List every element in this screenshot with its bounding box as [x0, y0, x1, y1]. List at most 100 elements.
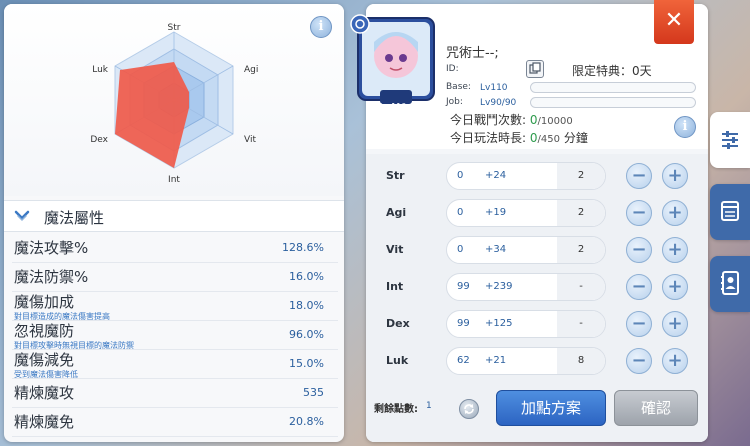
attr-bonus: +21: [485, 355, 507, 366]
decrease-agi-button[interactable]: −: [626, 200, 652, 226]
plus-icon: +: [667, 202, 683, 223]
attr-points: 2: [557, 163, 605, 189]
character-avatar[interactable]: Lv.110: [350, 12, 438, 112]
radar-label-vit: Vit: [244, 135, 256, 145]
magic-stat-list: 魔法攻擊% 128.6% 魔法防禦% 16.0% 魔傷加成 對目標造成的魔法傷害…: [12, 234, 338, 437]
stat-name: 精煉魔攻: [14, 384, 75, 402]
playtime-label: 今日玩法時長:: [450, 131, 527, 145]
attr-base: 62: [457, 355, 470, 366]
alloc-row-vit: Vit 0 +34 2 − +: [366, 232, 708, 268]
attr-points: -: [557, 274, 605, 300]
attr-base: 99: [457, 318, 470, 329]
stat-plan-button[interactable]: 加點方案: [496, 390, 606, 426]
attr-base: 0: [457, 244, 464, 255]
minus-icon: −: [631, 239, 647, 260]
avatar-level: Lv.110: [380, 102, 407, 111]
stat-value: 535: [303, 386, 324, 399]
attr-name: Vit: [386, 243, 404, 256]
radar-label-str: Str: [168, 23, 181, 33]
increase-agi-button[interactable]: +: [662, 200, 688, 226]
base-level: Lv110: [480, 83, 508, 93]
alloc-row-luk: Luk 62 +21 8 − +: [366, 343, 708, 379]
job-exp-bar: [530, 97, 696, 108]
radar-label-dex: Dex: [90, 135, 108, 145]
stat-row-refine-magic-attack: 精煉魔攻 535: [12, 379, 338, 408]
plus-icon: +: [667, 276, 683, 297]
avatar-badge-icon: [350, 14, 370, 34]
attr-points: 2: [557, 200, 605, 226]
radar-label-int: Int: [168, 175, 180, 185]
today-battles: 今日戰鬥次數: 0/10000: [450, 111, 573, 128]
stat-value: 15.0%: [289, 357, 324, 370]
stat-row-ignore-magic-defense: 忽視魔防 對目標攻擊時無視目標的魔法防禦 96.0%: [12, 321, 338, 350]
job-label: Job:: [446, 97, 463, 107]
radar-info-button[interactable]: i: [310, 16, 332, 38]
increase-luk-button[interactable]: +: [662, 348, 688, 374]
stat-value: 16.0%: [289, 270, 324, 283]
magic-attribute-header[interactable]: 魔法屬性: [4, 200, 344, 232]
radar-label-agi: Agi: [244, 65, 258, 75]
info-icon: i: [318, 19, 324, 34]
refresh-icon: [464, 404, 474, 414]
plus-icon: +: [667, 165, 683, 186]
alloc-row-dex: Dex 99 +125 - − +: [366, 306, 708, 342]
stat-row-magic-damage-reduction: 魔傷減免 受到魔法傷害降低 15.0%: [12, 350, 338, 379]
stat-name: 魔傷減免: [14, 351, 75, 369]
decrease-str-button[interactable]: −: [626, 163, 652, 189]
character-name: 咒術士--;: [446, 46, 499, 61]
decrease-vit-button[interactable]: −: [626, 237, 652, 263]
today-playtime: 今日玩法時長: 0/450 分鐘: [450, 129, 588, 146]
alloc-row-agi: Agi 0 +19 2 − +: [366, 195, 708, 231]
confirm-button[interactable]: 確認: [614, 390, 698, 426]
attr-base: 99: [457, 281, 470, 292]
tab-profile-card[interactable]: [710, 256, 750, 312]
increase-int-button[interactable]: +: [662, 274, 688, 300]
reset-points-button[interactable]: [459, 399, 479, 419]
increase-vit-button[interactable]: +: [662, 237, 688, 263]
close-button[interactable]: ✕: [654, 0, 694, 44]
stat-name: 魔傷加成: [14, 293, 75, 311]
stat-value: 128.6%: [282, 241, 324, 254]
attr-bonus: +34: [485, 244, 507, 255]
attr-points: -: [557, 311, 605, 337]
base-label: Base:: [446, 82, 471, 92]
attr-bonus: +125: [485, 318, 513, 329]
close-icon: ✕: [664, 8, 684, 33]
attr-bonus: +24: [485, 170, 507, 181]
attr-base: 0: [457, 207, 464, 218]
plus-icon: +: [667, 350, 683, 371]
attr-name: Agi: [386, 206, 407, 219]
attr-base: 0: [457, 170, 464, 181]
profile-info-button[interactable]: i: [674, 116, 696, 138]
attr-name: Luk: [386, 354, 409, 367]
copy-id-button[interactable]: [526, 60, 544, 78]
minus-icon: −: [631, 350, 647, 371]
increase-dex-button[interactable]: +: [662, 311, 688, 337]
copy-icon: [529, 62, 541, 74]
remaining-value: 1: [426, 401, 432, 411]
attr-points: 2: [557, 237, 605, 263]
minus-icon: −: [631, 202, 647, 223]
tab-quests[interactable]: [710, 184, 750, 240]
stat-row-magic-attack: 魔法攻擊% 128.6%: [12, 234, 338, 263]
radar-chart: Str Agi Vit Int Dex Luk: [90, 23, 258, 185]
playtime-unit: 分鐘: [563, 131, 588, 145]
attr-value-box: 0 +19 2: [446, 199, 606, 227]
limited-bonus: 限定特典：0天: [572, 64, 652, 78]
plus-icon: +: [667, 313, 683, 334]
increase-str-button[interactable]: +: [662, 163, 688, 189]
playtime-count: 0: [529, 131, 538, 145]
attribute-panel: Str Agi Vit Int Dex Luk i 魔法屬性 魔法攻擊% 128…: [4, 4, 344, 442]
alloc-row-str: Str 0 +24 2 − +: [366, 158, 708, 194]
decrease-int-button[interactable]: −: [626, 274, 652, 300]
attr-bonus: +239: [485, 281, 513, 292]
tab-attributes[interactable]: [710, 112, 750, 168]
stat-value: 96.0%: [289, 328, 324, 341]
calendar-icon: [721, 201, 739, 221]
stat-name: 精煉魔免: [14, 413, 75, 431]
attr-value-box: 0 +34 2: [446, 236, 606, 264]
decrease-dex-button[interactable]: −: [626, 311, 652, 337]
decrease-luk-button[interactable]: −: [626, 348, 652, 374]
radar-label-luk: Luk: [92, 65, 109, 75]
attr-bonus: +19: [485, 207, 507, 218]
